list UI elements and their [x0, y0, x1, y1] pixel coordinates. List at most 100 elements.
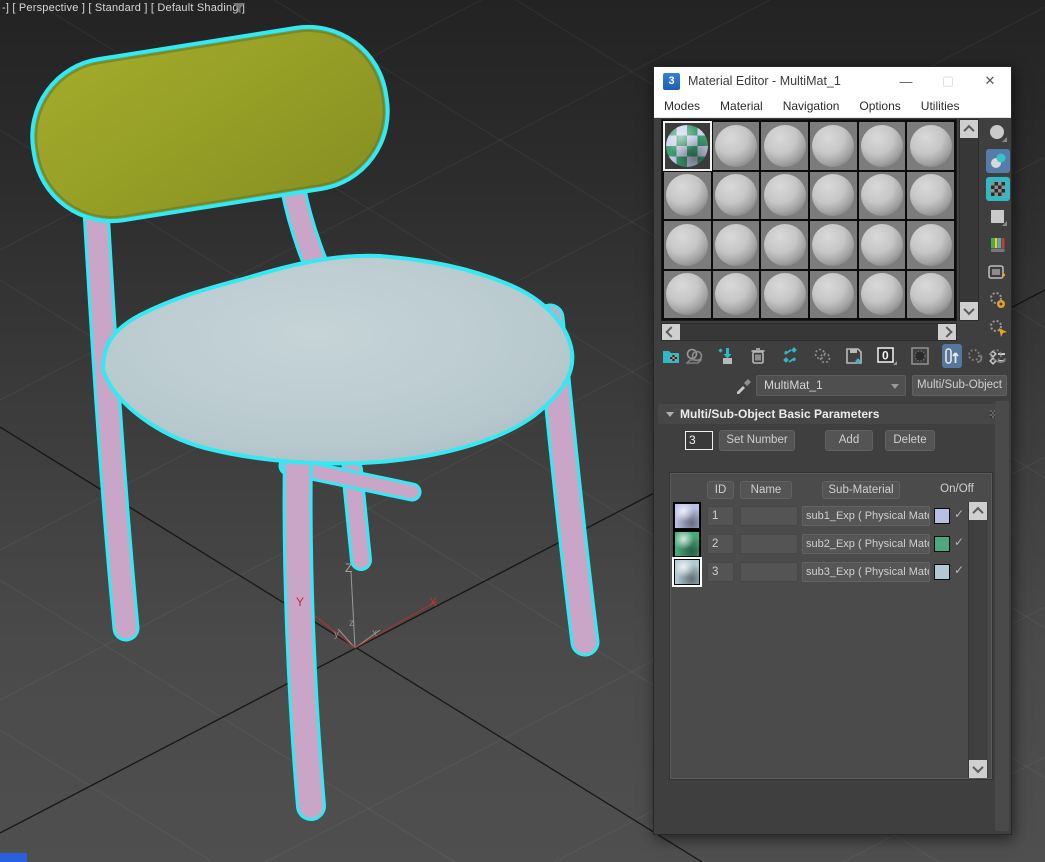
- chevron-down-icon: [963, 303, 975, 316]
- viewport-label[interactable]: -] [ Perspective ] [ Standard ] [ Defaul…: [2, 2, 245, 14]
- backlight-button[interactable]: [986, 149, 1010, 173]
- palette-horizontal-scrollbar[interactable]: [661, 323, 957, 341]
- palette-vertical-scrollbar[interactable]: [959, 119, 979, 321]
- scroll-left-button[interactable]: [662, 324, 680, 340]
- assign-material-to-selection-button[interactable]: [716, 344, 736, 368]
- show-end-result-icon: [945, 348, 959, 364]
- go-forward-to-sibling-button[interactable]: [988, 344, 1008, 368]
- sub3-color-swatch[interactable]: [934, 564, 950, 580]
- sub2-color-swatch[interactable]: [934, 536, 950, 552]
- sub3-name-field[interactable]: [740, 562, 798, 582]
- sort-by-id-button[interactable]: ID: [707, 481, 734, 499]
- sub1-material-button[interactable]: sub1_Exp ( Physical Mater: [802, 506, 930, 526]
- table-scroll-up-button[interactable]: [969, 502, 987, 520]
- sample-slot[interactable]: [858, 221, 906, 269]
- sample-slot[interactable]: [810, 221, 857, 269]
- make-unique-button[interactable]: [812, 344, 832, 368]
- sample-slot-selected[interactable]: [663, 121, 712, 171]
- eyedropper-icon[interactable]: [734, 375, 754, 395]
- minimize-button[interactable]: —: [885, 67, 927, 95]
- sample-slot[interactable]: [858, 270, 906, 318]
- make-preview-button[interactable]: [986, 261, 1010, 285]
- funnel-icon[interactable]: [233, 3, 246, 15]
- sample-slot[interactable]: [712, 221, 760, 269]
- table-scroll-down-button[interactable]: [969, 760, 987, 778]
- dropdown-arrow-icon: [891, 384, 899, 389]
- background-button[interactable]: [986, 177, 1010, 201]
- menu-navigation[interactable]: Navigation: [773, 99, 850, 113]
- select-by-material-button[interactable]: [986, 317, 1010, 341]
- menu-options[interactable]: Options: [849, 99, 910, 113]
- sub1-preview-thumbnail[interactable]: [673, 502, 701, 530]
- reset-map-button[interactable]: [748, 344, 768, 368]
- sample-slot[interactable]: [761, 221, 808, 269]
- gear-icon: [990, 292, 1005, 308]
- sub2-name-field[interactable]: [740, 534, 798, 554]
- sub3-onoff-checkbox[interactable]: ✓: [954, 563, 968, 577]
- sub2-material-button[interactable]: sub2_Exp ( Physical Mater: [802, 534, 930, 554]
- menu-material[interactable]: Material: [710, 99, 773, 113]
- sample-type-sphere-button[interactable]: [986, 121, 1010, 145]
- sub1-onoff-checkbox[interactable]: ✓: [954, 507, 968, 521]
- window-titlebar[interactable]: 3 Material Editor - MultiMat_1 — ▢ ✕: [654, 67, 1011, 95]
- material-id-channel-button[interactable]: 0: [876, 344, 898, 368]
- set-number-button[interactable]: Set Number: [719, 430, 795, 451]
- sub3-id-field[interactable]: 3: [707, 562, 734, 582]
- sub3-material-button[interactable]: sub3_Exp ( Physical Mater: [802, 562, 930, 582]
- options-button[interactable]: [986, 289, 1010, 313]
- menu-utilities[interactable]: Utilities: [911, 99, 970, 113]
- sample-slot[interactable]: [664, 171, 711, 219]
- scroll-right-button[interactable]: [938, 324, 956, 340]
- scroll-up-button[interactable]: [960, 120, 978, 138]
- show-end-result-button[interactable]: [942, 344, 962, 368]
- sample-slot[interactable]: [712, 122, 760, 170]
- sample-slot[interactable]: [712, 270, 760, 318]
- sub3-preview-thumbnail[interactable]: [672, 557, 702, 587]
- sort-by-name-button[interactable]: Name: [740, 481, 792, 499]
- sample-slot[interactable]: [810, 171, 857, 219]
- sample-slot[interactable]: [907, 171, 954, 219]
- video-color-check-button[interactable]: [986, 233, 1010, 257]
- sample-slot[interactable]: [858, 122, 906, 170]
- sample-slot[interactable]: [810, 122, 857, 170]
- sample-slot[interactable]: [712, 171, 760, 219]
- material-count-input[interactable]: 3: [685, 431, 713, 450]
- sample-slot[interactable]: [761, 270, 808, 318]
- sample-uv-tiling-button[interactable]: [986, 205, 1010, 229]
- material-name-dropdown[interactable]: MultiMat_1: [756, 375, 906, 396]
- sample-slot[interactable]: [664, 221, 711, 269]
- table-scrollbar[interactable]: [968, 502, 988, 778]
- sub1-id-field[interactable]: 1: [707, 506, 734, 526]
- sub1-color-swatch[interactable]: [934, 508, 950, 524]
- show-shaded-material-in-viewport-button[interactable]: [910, 344, 930, 368]
- sample-slot[interactable]: [664, 270, 711, 318]
- delete-button[interactable]: Delete: [885, 430, 935, 451]
- maximize-button[interactable]: ▢: [927, 67, 969, 95]
- chair-object[interactable]: [22, 16, 600, 821]
- sub2-id-field[interactable]: 2: [707, 534, 734, 554]
- sample-slot[interactable]: [858, 171, 906, 219]
- sub1-name-field[interactable]: [740, 506, 798, 526]
- make-material-copy-button[interactable]: [780, 344, 800, 368]
- put-to-library-button[interactable]: [844, 344, 864, 368]
- scroll-down-button[interactable]: [960, 302, 978, 320]
- svg-text:0: 0: [882, 349, 889, 363]
- parameters-scrollbar[interactable]: [995, 401, 1009, 831]
- sample-slot[interactable]: [907, 122, 954, 170]
- put-material-to-scene-button[interactable]: [684, 344, 704, 368]
- sample-slot[interactable]: [761, 122, 808, 170]
- sort-by-submaterial-button[interactable]: Sub-Material: [822, 481, 900, 499]
- get-material-button[interactable]: [661, 344, 681, 368]
- sub2-onoff-checkbox[interactable]: ✓: [954, 535, 968, 549]
- sample-slot[interactable]: [810, 270, 857, 318]
- sample-slot[interactable]: [907, 221, 954, 269]
- menu-modes[interactable]: Modes: [654, 99, 710, 113]
- go-to-parent-button[interactable]: [965, 344, 985, 368]
- close-button[interactable]: ✕: [969, 67, 1011, 95]
- sample-slot[interactable]: [907, 270, 954, 318]
- material-type-button[interactable]: Multi/Sub-Object: [912, 375, 1007, 396]
- rollout-header[interactable]: Multi/Sub-Object Basic Parameters: [658, 404, 1008, 424]
- add-button[interactable]: Add: [825, 430, 873, 451]
- sample-slot[interactable]: [761, 171, 808, 219]
- sub2-preview-thumbnail[interactable]: [673, 530, 701, 558]
